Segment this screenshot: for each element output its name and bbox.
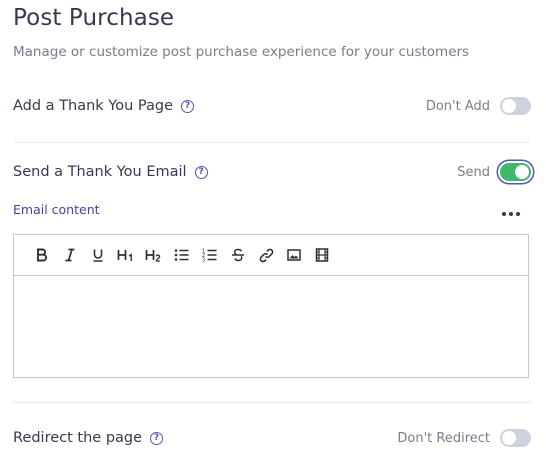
page-subtitle: Manage or customize post purchase experi… <box>13 44 470 60</box>
thank-you-email-status: Send <box>457 164 490 180</box>
divider <box>13 142 531 143</box>
heading-2-icon[interactable] <box>140 243 168 267</box>
redirect-row: Redirect the page ? Don't Redirect <box>13 426 531 450</box>
thank-you-email-row: Send a Thank You Email ? Send <box>13 160 531 184</box>
help-icon[interactable]: ? <box>181 99 195 113</box>
divider <box>13 402 531 403</box>
toggle-knob <box>515 165 529 179</box>
numbered-list-icon[interactable]: 123 <box>196 243 224 267</box>
underline-icon[interactable] <box>84 243 112 267</box>
redirect-label: Redirect the page <box>13 430 143 446</box>
video-icon[interactable] <box>308 243 336 267</box>
email-content-label: Email content <box>13 202 100 217</box>
bold-icon[interactable] <box>28 243 56 267</box>
toggle-knob <box>502 99 516 113</box>
thank-you-email-toggle[interactable] <box>500 163 531 181</box>
email-body-editor[interactable] <box>14 276 528 377</box>
bullet-list-icon[interactable] <box>168 243 196 267</box>
editor-toolbar: 123 <box>14 235 528 276</box>
page-title: Post Purchase <box>13 5 175 31</box>
thank-you-page-status: Don't Add <box>425 98 490 114</box>
toggle-knob <box>502 431 516 445</box>
thank-you-page-toggle[interactable] <box>500 97 531 115</box>
strikethrough-icon[interactable] <box>224 243 252 267</box>
link-icon[interactable] <box>252 243 280 267</box>
svg-text:3: 3 <box>202 258 205 263</box>
thank-you-page-label: Add a Thank You Page <box>13 98 174 114</box>
image-icon[interactable] <box>280 243 308 267</box>
heading-1-icon[interactable] <box>112 243 140 267</box>
thank-you-page-row: Add a Thank You Page ? Don't Add <box>13 94 531 118</box>
redirect-toggle[interactable] <box>500 429 531 447</box>
help-icon[interactable]: ? <box>194 165 208 179</box>
help-icon[interactable]: ? <box>150 431 164 445</box>
email-editor: 123 <box>13 234 529 378</box>
italic-icon[interactable] <box>56 243 84 267</box>
thank-you-email-label: Send a Thank You Email <box>13 164 187 180</box>
more-options-icon[interactable] <box>502 212 520 216</box>
redirect-status: Don't Redirect <box>397 430 490 446</box>
